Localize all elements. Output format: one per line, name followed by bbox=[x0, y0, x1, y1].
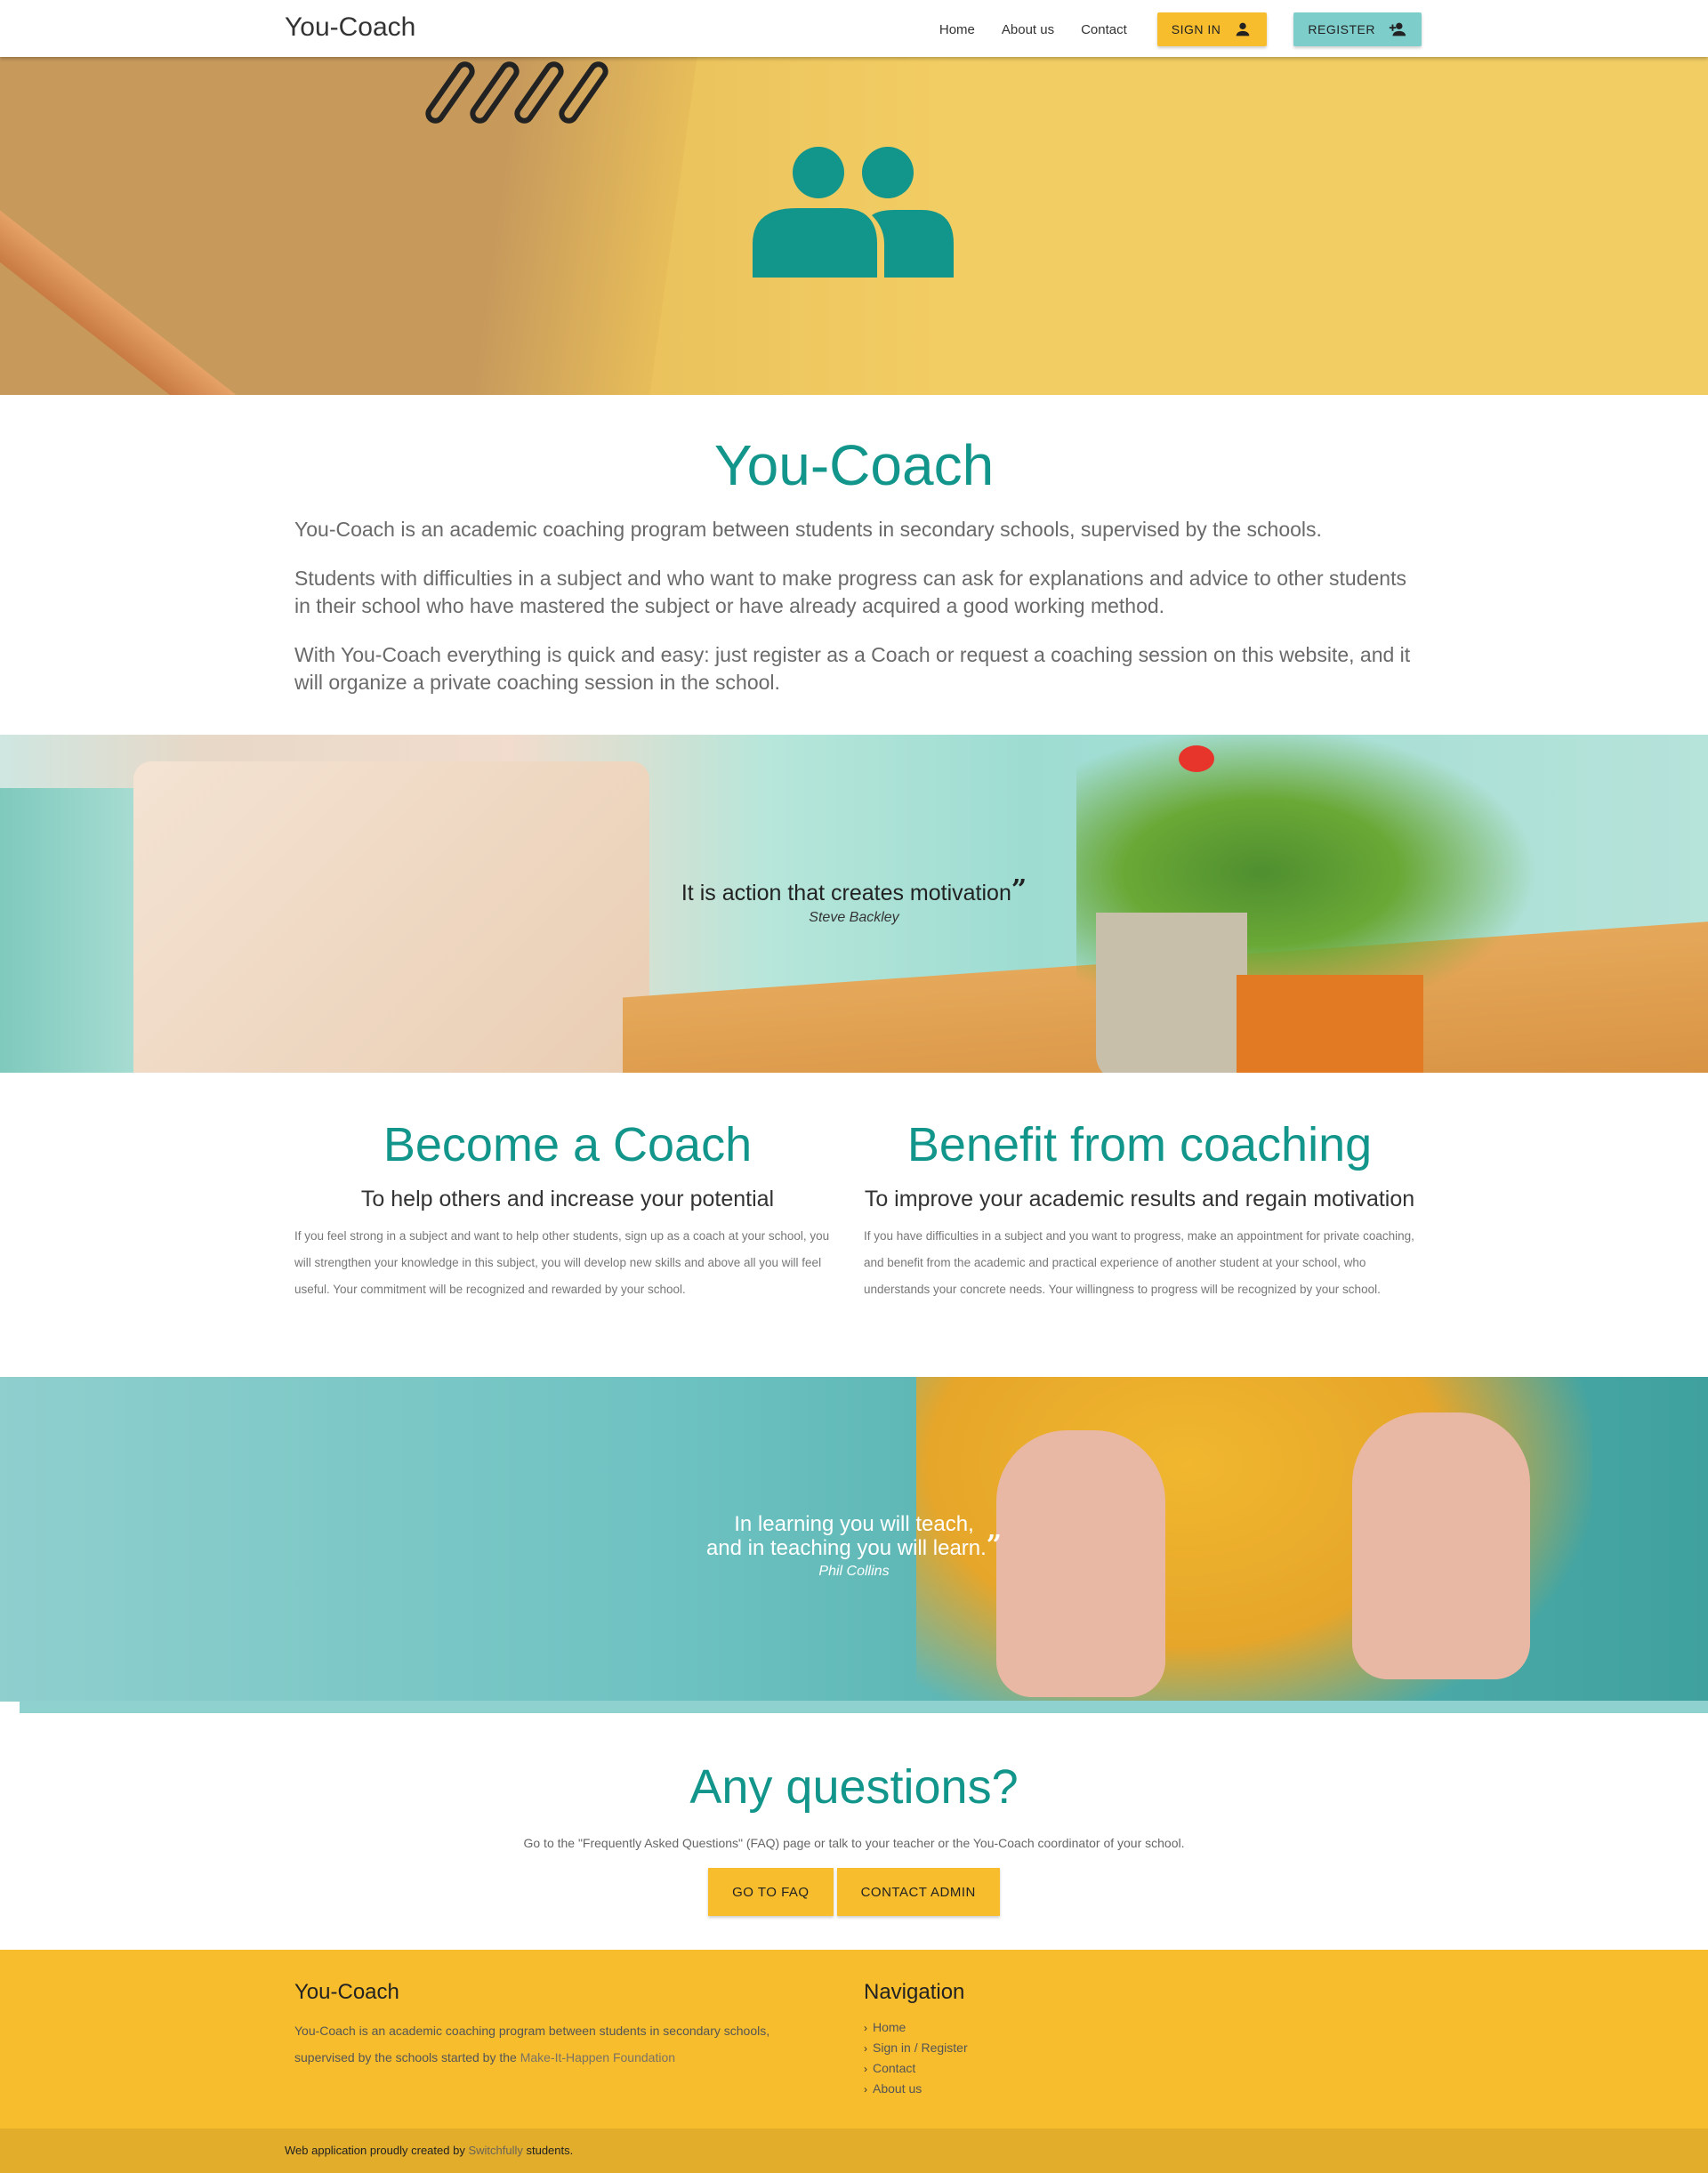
chevron-right-icon: › bbox=[864, 2042, 867, 2055]
chevron-right-icon: › bbox=[864, 2083, 867, 2096]
learning-quote: In learning you will teach, and in teach… bbox=[0, 1512, 1708, 1580]
quote-text: It is action that creates motivation bbox=[681, 881, 1011, 905]
add-account-icon bbox=[1389, 22, 1406, 36]
footer-description: You-Coach is an academic coaching progra… bbox=[294, 2017, 828, 2071]
benefit-coaching-subtitle: To improve your academic results and reg… bbox=[864, 1187, 1415, 1211]
footer: You-Coach You-Coach is an academic coach… bbox=[0, 1950, 1708, 2129]
become-coach-section: Become a Coach To help others and increa… bbox=[294, 1117, 841, 1303]
chevron-right-icon: › bbox=[864, 2063, 867, 2075]
quote-mark-icon: ” bbox=[986, 1530, 1003, 1561]
become-coach-subtitle: To help others and increase your potenti… bbox=[360, 1187, 775, 1211]
questions-title: Any questions? bbox=[689, 1760, 1019, 1814]
radiator-image bbox=[0, 788, 142, 1073]
users-icon bbox=[753, 147, 954, 278]
page-title: You-Coach bbox=[713, 433, 995, 497]
become-coach-title: Become a Coach bbox=[383, 1118, 753, 1171]
footer-nav-home[interactable]: › Home bbox=[864, 2017, 1220, 2038]
nav-home-link[interactable]: Home bbox=[939, 22, 975, 37]
questions-buttons: GO TO FAQ CONTACT ADMIN bbox=[0, 1868, 1708, 1916]
credits-start: Web application proudly created by bbox=[285, 2144, 469, 2157]
quote-banner-1: It is action that creates motivation” St… bbox=[0, 735, 1708, 1073]
footer-nav-contact[interactable]: › Contact bbox=[864, 2058, 1220, 2079]
switchfully-link[interactable]: Switchfully bbox=[468, 2144, 522, 2157]
account-icon bbox=[1237, 22, 1250, 36]
nav-links: Home About us Contact SIGN IN REGISTER bbox=[939, 12, 1422, 46]
footer-about: You-Coach You-Coach is an academic coach… bbox=[294, 1980, 828, 2071]
questions-text: Go to the "Frequently Asked Questions" (… bbox=[523, 1836, 1185, 1850]
quote-line-2: and in teaching you will learn. bbox=[705, 1536, 987, 1560]
footer-nav-label: Home bbox=[873, 2020, 906, 2034]
quote-mark-icon: ” bbox=[1011, 874, 1027, 905]
benefit-coaching-title: Benefit from coaching bbox=[906, 1118, 1373, 1171]
notebook-rings bbox=[422, 57, 663, 164]
foundation-link[interactable]: Make-It-Happen Foundation bbox=[520, 2050, 675, 2064]
intro-section: You-Coach is an academic coaching progra… bbox=[294, 516, 1415, 718]
quote-banner-2: In learning you will teach, and in teach… bbox=[0, 1377, 1708, 1702]
footer-nav-label: Sign in / Register bbox=[873, 2040, 968, 2055]
sign-in-button[interactable]: SIGN IN bbox=[1156, 12, 1268, 46]
register-label: REGISTER bbox=[1308, 22, 1375, 36]
footer-nav-about[interactable]: › About us bbox=[864, 2079, 1220, 2099]
intro-paragraph: Students with difficulties in a subject … bbox=[294, 567, 1406, 617]
benefit-coaching-section: Benefit from coaching To improve your ac… bbox=[864, 1117, 1415, 1303]
credits-end: students. bbox=[522, 2144, 574, 2157]
become-coach-text: If you feel strong in a subject and want… bbox=[294, 1229, 830, 1296]
top-navbar: You-Coach Home About us Contact SIGN IN … bbox=[0, 0, 1708, 57]
pot-image bbox=[1096, 913, 1247, 1073]
contact-admin-button[interactable]: CONTACT ADMIN bbox=[836, 1868, 1000, 1916]
brand-logo[interactable]: You-Coach bbox=[285, 12, 415, 43]
footer-nav-title: Navigation bbox=[864, 1980, 965, 2004]
benefit-coaching-text: If you have difficulties in a subject an… bbox=[864, 1229, 1414, 1296]
intro-paragraph: You-Coach is an academic coaching progra… bbox=[294, 518, 1322, 541]
hero-banner bbox=[0, 57, 1708, 395]
quote-author: Steve Backley bbox=[809, 910, 899, 925]
copyright-bar: Web application proudly created by Switc… bbox=[0, 2129, 1708, 2173]
quote-author: Phil Collins bbox=[818, 1564, 890, 1579]
footer-nav-label: About us bbox=[873, 2081, 922, 2096]
pot-image bbox=[1237, 975, 1423, 1073]
intro-paragraph: With You-Coach everything is quick and e… bbox=[294, 643, 1411, 694]
motivation-quote: It is action that creates motivation” St… bbox=[0, 877, 1708, 926]
nav-about-link[interactable]: About us bbox=[1002, 22, 1054, 37]
credits-text: Web application proudly created by Switc… bbox=[285, 2144, 573, 2157]
flower-image bbox=[1179, 745, 1214, 772]
nav-contact-link[interactable]: Contact bbox=[1081, 22, 1127, 37]
footer-title: You-Coach bbox=[294, 1980, 399, 2004]
sign-in-label: SIGN IN bbox=[1171, 22, 1221, 36]
chevron-right-icon: › bbox=[864, 2022, 867, 2034]
go-to-faq-button[interactable]: GO TO FAQ bbox=[708, 1868, 834, 1916]
divider-strip bbox=[20, 1701, 1708, 1713]
footer-nav-signin[interactable]: › Sign in / Register bbox=[864, 2038, 1220, 2058]
footer-nav-label: Contact bbox=[873, 2061, 916, 2075]
register-button[interactable]: REGISTER bbox=[1293, 12, 1422, 46]
footer-navigation: Navigation › Home › Sign in / Register › Co… bbox=[864, 1980, 1220, 2099]
quote-line-1: In learning you will teach, bbox=[734, 1512, 974, 1536]
